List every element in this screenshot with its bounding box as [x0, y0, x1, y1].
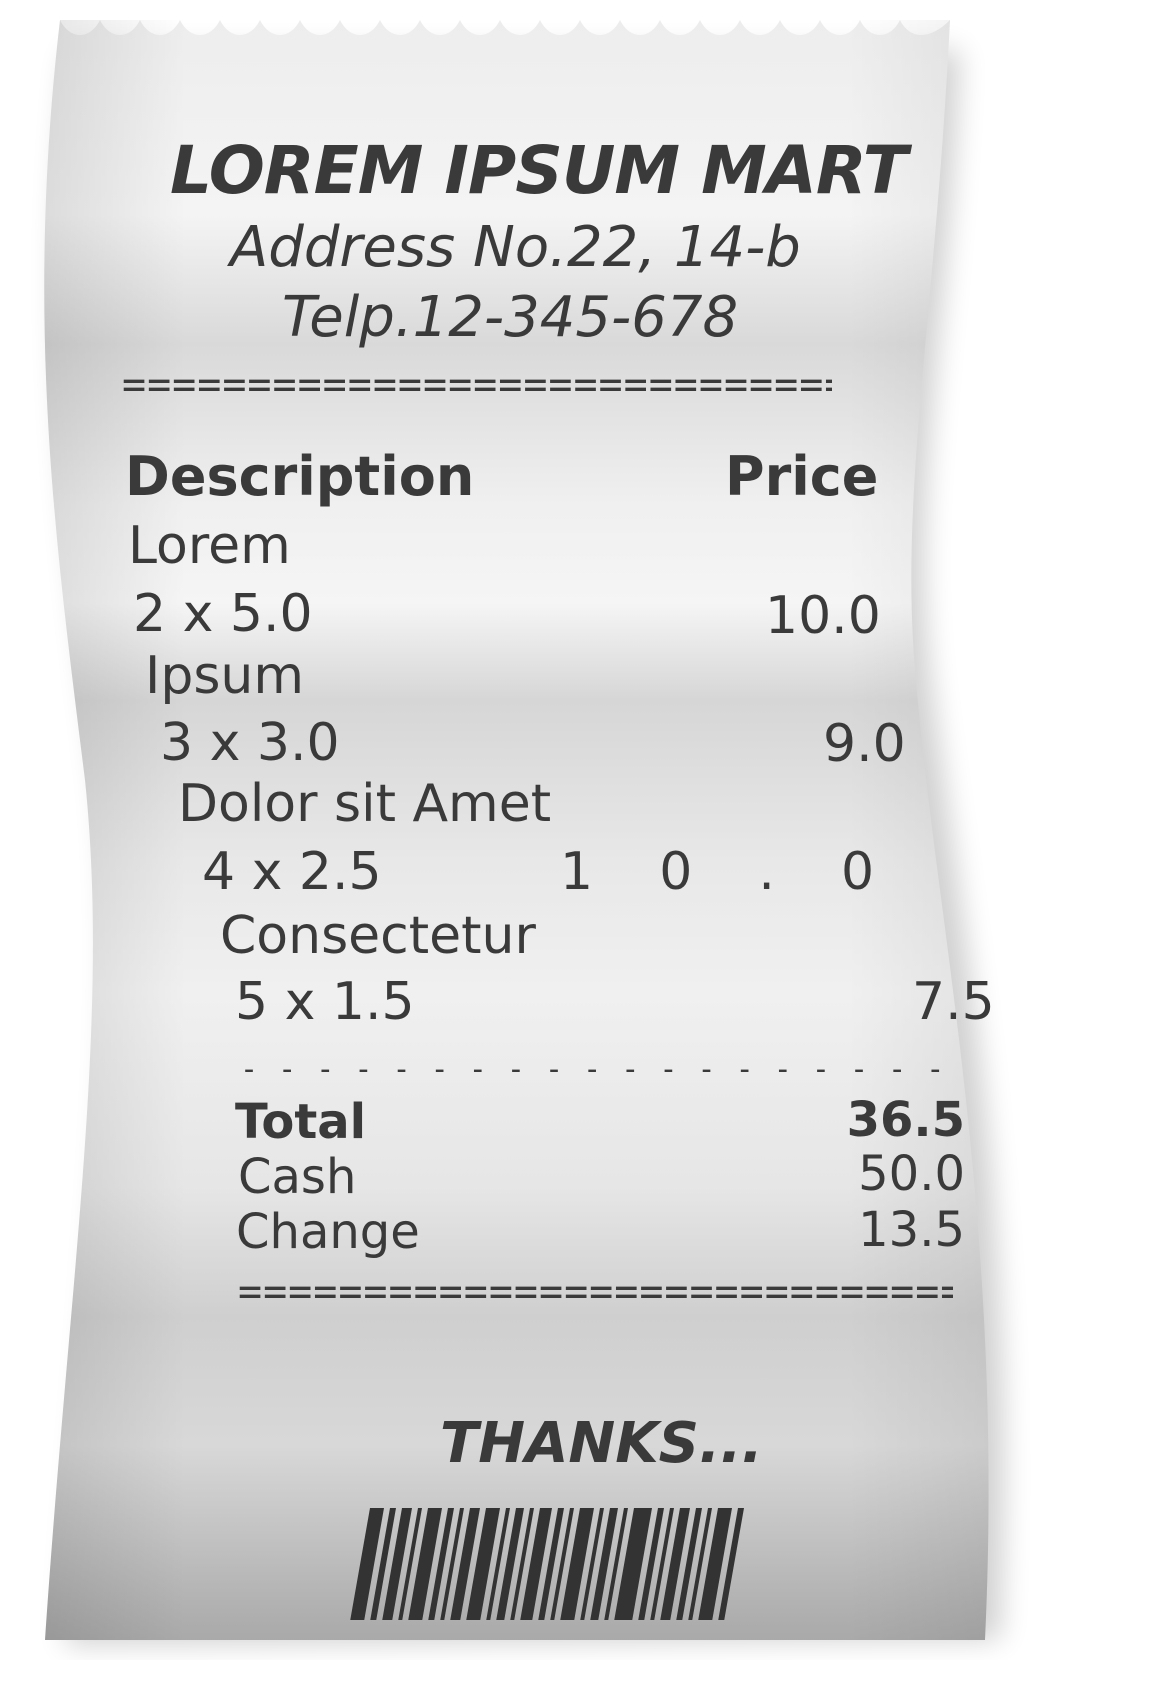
store-name: LOREM IPSUM MART [170, 132, 908, 209]
cash-label: Cash [238, 1149, 357, 1205]
column-header-price: Price [725, 445, 879, 508]
item-qty-line: 3 x 3.0 [160, 713, 340, 773]
item-name: Ipsum [145, 646, 305, 706]
item-price: 7.5 [912, 972, 995, 1032]
item-name: Dolor sit Amet [178, 774, 552, 834]
item-price: 1 0 . 0 [560, 842, 875, 902]
item-name: Lorem [128, 516, 291, 576]
store-phone: Telp.12-345-678 [282, 285, 739, 350]
item-price: 10.0 [765, 586, 881, 646]
thanks-message: THANKS... [440, 1411, 763, 1476]
barcode-icon [350, 1508, 744, 1620]
item-qty-line: 5 x 1.5 [235, 972, 415, 1032]
change-label: Change [236, 1204, 420, 1260]
item-name: Consectetur [220, 906, 536, 966]
single-separator: - - - - - - - - - - - - - - - - - - - - … [240, 1055, 950, 1085]
cash-value: 50.0 [858, 1146, 965, 1202]
total-value: 36.5 [846, 1092, 965, 1148]
double-separator-top: ============================= [122, 365, 832, 405]
item-price: 9.0 [823, 714, 906, 774]
column-header-description: Description [125, 445, 475, 508]
total-label: Total [235, 1094, 367, 1150]
store-address: Address No.22, 14-b [230, 215, 801, 280]
item-qty-line: 4 x 2.5 [202, 842, 382, 902]
double-separator-bottom: ============================= [238, 1272, 953, 1312]
item-qty-line: 2 x 5.0 [133, 584, 313, 644]
change-value: 13.5 [858, 1202, 965, 1258]
receipt: LOREM IPSUM MART Address No.22, 14-b Tel… [30, 20, 1040, 1660]
